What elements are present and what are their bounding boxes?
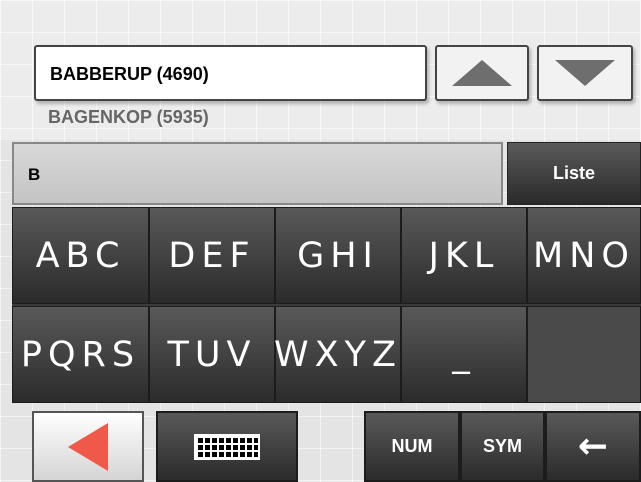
scroll-up-button[interactable] xyxy=(435,45,529,101)
scroll-down-button[interactable] xyxy=(537,45,633,101)
key-mno[interactable]: MNO xyxy=(527,207,641,304)
key-empty-slot xyxy=(527,306,641,403)
key-space[interactable]: _ xyxy=(401,306,527,403)
backspace-arrow-icon: ← xyxy=(577,426,609,467)
key-wxyz[interactable]: WXYZ xyxy=(274,306,401,403)
keyboard-grid-icon xyxy=(194,433,260,460)
triangle-down-icon xyxy=(555,60,615,86)
key-pqrs[interactable]: PQRS xyxy=(12,306,149,403)
sym-button[interactable]: SYM xyxy=(460,411,545,482)
triangle-left-icon xyxy=(68,422,108,471)
keyboard-toggle-button[interactable] xyxy=(156,411,298,482)
key-ghi[interactable]: GHI xyxy=(275,207,401,304)
selected-result[interactable]: BABBERUP (4690) xyxy=(34,45,427,101)
key-abc[interactable]: ABC xyxy=(12,207,149,304)
key-jkl[interactable]: JKL xyxy=(401,207,527,304)
search-input[interactable]: B xyxy=(12,142,503,205)
next-result[interactable]: BAGENKOP (5935) xyxy=(48,107,209,128)
selected-result-label: BABBERUP (4690) xyxy=(50,64,209,84)
key-tuv[interactable]: TUV xyxy=(149,306,275,403)
key-def[interactable]: DEF xyxy=(149,207,275,304)
back-button[interactable] xyxy=(32,411,144,482)
backspace-button[interactable]: ← xyxy=(545,411,641,482)
list-button[interactable]: Liste xyxy=(507,142,641,205)
num-button[interactable]: NUM xyxy=(364,411,460,482)
triangle-up-icon xyxy=(452,60,512,86)
